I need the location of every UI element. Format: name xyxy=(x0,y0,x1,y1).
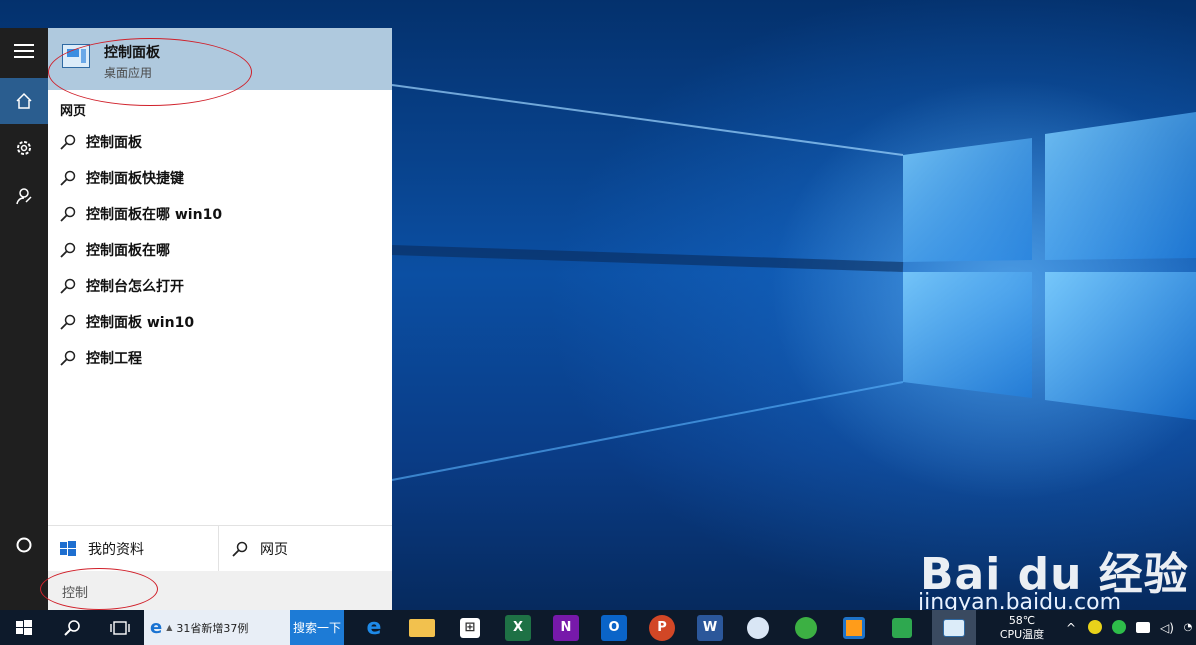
best-match-result[interactable]: 控制面板 桌面应用 xyxy=(48,28,392,90)
suggestion-label: 控制面板 xyxy=(86,135,142,151)
volume-icon[interactable]: ◁) xyxy=(1158,610,1176,645)
suggestion-label: 控制面板 win10 xyxy=(86,315,195,331)
outlook-icon: O xyxy=(601,614,627,641)
home-icon xyxy=(16,92,32,109)
web-suggestion[interactable]: 控制工程 xyxy=(48,341,392,375)
web-suggestion[interactable]: 控制面板在哪 win10 xyxy=(48,197,392,231)
search-box[interactable] xyxy=(48,571,392,610)
store-icon: ⊞ xyxy=(460,617,480,638)
search-icon xyxy=(60,134,76,150)
web-section-header: 网页 xyxy=(60,104,87,119)
cpu-temp-label: CPU温度 xyxy=(999,627,1045,641)
photos-icon xyxy=(892,617,912,638)
taskbar-app-store[interactable]: ⊞ xyxy=(450,610,490,645)
taskbar-search-button[interactable] xyxy=(48,610,96,645)
home-button[interactable] xyxy=(0,78,48,124)
paint-icon xyxy=(747,616,769,639)
start-button[interactable] xyxy=(0,610,48,645)
tray-app-icon[interactable] xyxy=(1088,620,1102,634)
wifi-icon[interactable]: ◔ xyxy=(1180,610,1196,645)
taskbar-app-photos[interactable] xyxy=(882,610,922,645)
taskbar-app-green[interactable] xyxy=(786,610,826,645)
excel-icon: X xyxy=(505,614,531,641)
taskbar-app-onenote[interactable]: N xyxy=(546,610,586,645)
task-view-icon xyxy=(110,620,130,635)
taskbar-app-orange[interactable] xyxy=(834,610,874,645)
chevron-up-icon[interactable]: ^ xyxy=(1062,610,1080,645)
web-filter-label: 网页 xyxy=(260,542,288,558)
word-icon: W xyxy=(697,614,723,641)
search-results-panel: 控制面板 桌面应用 网页 控制面板 控制面板快捷键 控制面板在哪 win10 控… xyxy=(48,28,392,610)
network-icon[interactable] xyxy=(1136,622,1150,633)
web-suggestion[interactable]: 控制台怎么打开 xyxy=(48,269,392,303)
hamburger-menu-button[interactable] xyxy=(0,28,48,74)
caret-up-icon: ▲ xyxy=(166,623,173,632)
search-icon xyxy=(60,278,76,294)
taskbar-app-control-panel[interactable] xyxy=(932,610,976,645)
cpu-temp-widget[interactable]: 58℃ CPU温度 xyxy=(990,610,1054,645)
onenote-icon: N xyxy=(553,614,579,641)
hamburger-icon xyxy=(14,44,34,58)
taskbar-app-edge[interactable]: e xyxy=(354,610,394,645)
best-match-subtitle: 桌面应用 xyxy=(104,66,153,80)
search-now-button[interactable]: 搜索一下 xyxy=(290,610,344,645)
browser-green-icon xyxy=(795,616,817,639)
taskbar-app-excel[interactable]: X xyxy=(498,610,538,645)
start-menu-rail xyxy=(0,28,48,610)
windows-logo-icon xyxy=(16,619,32,635)
search-icon xyxy=(60,170,76,186)
web-suggestion[interactable]: 控制面板在哪 xyxy=(48,233,392,267)
feedback-button[interactable] xyxy=(0,173,48,219)
my-stuff-button[interactable]: 我的资料 xyxy=(48,526,219,572)
tray-app-icon[interactable] xyxy=(1112,620,1126,634)
feedback-icon xyxy=(16,188,32,205)
news-headline: 31省新增37例 xyxy=(176,621,249,635)
search-icon xyxy=(60,350,76,366)
taskbar: e ▲ 31省新增37例 搜索一下 e ⊞ X N O P W 58℃ CPU温… xyxy=(0,610,1196,645)
taskbar-app-outlook[interactable]: O xyxy=(594,610,634,645)
my-stuff-label: 我的资料 xyxy=(88,542,144,558)
cortana-circle-icon xyxy=(16,537,32,553)
web-suggestion[interactable]: 控制面板 win10 xyxy=(48,305,392,339)
suggestion-label: 控制面板在哪 win10 xyxy=(86,207,223,223)
powerpoint-icon: P xyxy=(649,614,675,641)
cortana-button[interactable] xyxy=(0,522,48,568)
cpu-temp-value: 58℃ xyxy=(1008,613,1036,627)
search-filter-row: 我的资料 网页 xyxy=(48,525,392,572)
file-explorer-icon xyxy=(409,618,435,637)
taskbar-app-powerpoint[interactable]: P xyxy=(642,610,682,645)
taskbar-app-explorer[interactable] xyxy=(402,610,442,645)
search-icon xyxy=(232,541,248,557)
suggestion-label: 控制台怎么打开 xyxy=(86,279,184,295)
search-icon xyxy=(60,314,76,330)
search-icon xyxy=(60,242,76,258)
web-suggestion[interactable]: 控制面板快捷键 xyxy=(48,161,392,195)
suggestion-label: 控制工程 xyxy=(86,351,142,367)
ie-news-widget[interactable]: e ▲ 31省新增37例 xyxy=(144,610,290,645)
app-orange-icon xyxy=(843,616,865,639)
ie-icon: e xyxy=(150,617,163,638)
watermark-url: jingyan.baidu.com xyxy=(918,590,1122,610)
search-input[interactable] xyxy=(60,579,384,603)
search-icon xyxy=(64,619,80,636)
search-icon xyxy=(60,206,76,222)
taskbar-app-paint[interactable] xyxy=(738,610,778,645)
web-suggestion[interactable]: 控制面板 xyxy=(48,125,392,159)
settings-button[interactable] xyxy=(0,125,48,171)
control-panel-icon xyxy=(62,44,90,68)
edge-icon: e xyxy=(366,615,382,640)
taskbar-app-word[interactable]: W xyxy=(690,610,730,645)
web-filter-button[interactable]: 网页 xyxy=(220,526,392,572)
task-view-button[interactable] xyxy=(96,610,144,645)
best-match-title: 控制面板 xyxy=(104,45,160,61)
gear-icon xyxy=(17,141,31,155)
windows-logo-icon xyxy=(60,541,76,556)
suggestion-label: 控制面板快捷键 xyxy=(86,171,184,187)
control-panel-icon xyxy=(943,618,965,637)
suggestion-label: 控制面板在哪 xyxy=(86,243,170,259)
